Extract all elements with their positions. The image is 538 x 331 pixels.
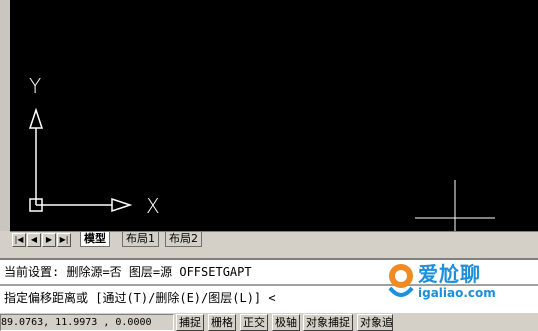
command-history-line: 当前设置: 删除源=否 图层=源 OFFSETGAPT (4, 265, 252, 279)
tab-nav-prev-button[interactable]: ◀ (27, 233, 41, 247)
ucs-y-label: Y (29, 74, 42, 98)
command-prompt-line[interactable]: 指定偏移距离或 [通过(T)/删除(E)/图层(L)] < (4, 288, 276, 308)
ucs-icon (28, 107, 495, 231)
tab-layout2[interactable]: 布局2 (165, 232, 202, 247)
drawing-canvas[interactable]: Y X (10, 0, 538, 231)
osnap-toggle[interactable]: 对象捕捉 (303, 314, 353, 331)
tab-nav-next-button[interactable]: ▶ (42, 233, 56, 247)
horizontal-scrollbar[interactable] (215, 232, 538, 247)
watermark: 爱尬聊 igaliao.com (382, 252, 538, 326)
snap-toggle[interactable]: 捕捉 (176, 314, 204, 331)
tab-model[interactable]: 模型 (80, 232, 110, 247)
watermark-site: igaliao.com (418, 286, 496, 300)
ucs-x-arrow (111, 197, 133, 213)
grid-toggle[interactable]: 栅格 (208, 314, 236, 331)
logo-icon (388, 264, 414, 297)
ortho-toggle[interactable]: 正交 (240, 314, 268, 331)
watermark-brand: 爱尬聊 (418, 262, 481, 286)
tab-layout1[interactable]: 布局1 (122, 232, 159, 247)
coordinate-readout[interactable]: 89.0763, 11.9973 , 0.0000 (0, 314, 174, 331)
polar-toggle[interactable]: 极轴 (272, 314, 300, 331)
autocad-window: Y X |◀ ◀ ▶ ▶| 模型 布局1 布局2 当前设置: 删除源=否 图层=… (0, 0, 538, 331)
ucs-x-label: X (146, 194, 160, 218)
tab-nav-last-button[interactable]: ▶| (57, 233, 71, 247)
ucs-y-arrow (28, 107, 44, 129)
tab-nav-first-button[interactable]: |◀ (12, 233, 26, 247)
layout-tab-bar: |◀ ◀ ▶ ▶| 模型 布局1 布局2 (10, 231, 538, 248)
